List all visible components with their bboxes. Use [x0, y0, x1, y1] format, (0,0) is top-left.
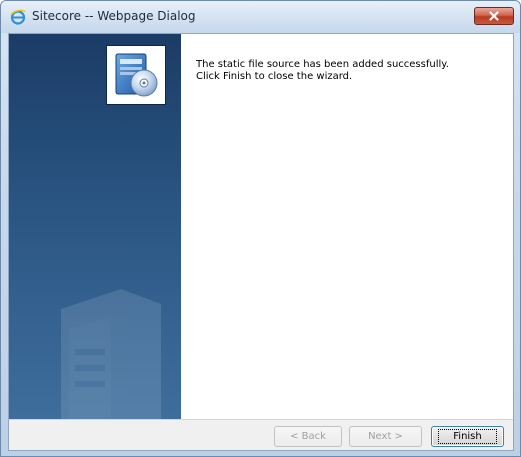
- internet-explorer-icon: [10, 9, 26, 25]
- finish-button[interactable]: Finish: [431, 426, 504, 447]
- close-button[interactable]: [474, 7, 514, 25]
- wizard-footer: < Back Next > Finish: [9, 419, 513, 450]
- wizard-content: The static file source has been added su…: [181, 34, 513, 419]
- dialog-window: Sitecore -- Webpage Dialog The static fi…: [0, 0, 521, 457]
- wizard-image: [107, 46, 165, 104]
- next-button[interactable]: Next >: [349, 426, 422, 447]
- window-title: Sitecore -- Webpage Dialog: [32, 9, 196, 23]
- dialog-client-area: The static file source has been added su…: [8, 33, 514, 451]
- close-icon: [489, 11, 499, 21]
- completion-message: The static file source has been added su…: [196, 59, 449, 83]
- finish-button-label: Finish: [438, 429, 497, 444]
- message-line-1: The static file source has been added su…: [196, 59, 449, 70]
- message-line-2: Click Finish to close the wizard.: [196, 71, 353, 82]
- server-watermark-icon: [61, 289, 161, 419]
- wizard-sidebar: [9, 34, 181, 419]
- wizard-installer-icon: [115, 53, 158, 97]
- back-button[interactable]: < Back: [274, 426, 342, 447]
- title-bar[interactable]: Sitecore -- Webpage Dialog: [1, 1, 520, 33]
